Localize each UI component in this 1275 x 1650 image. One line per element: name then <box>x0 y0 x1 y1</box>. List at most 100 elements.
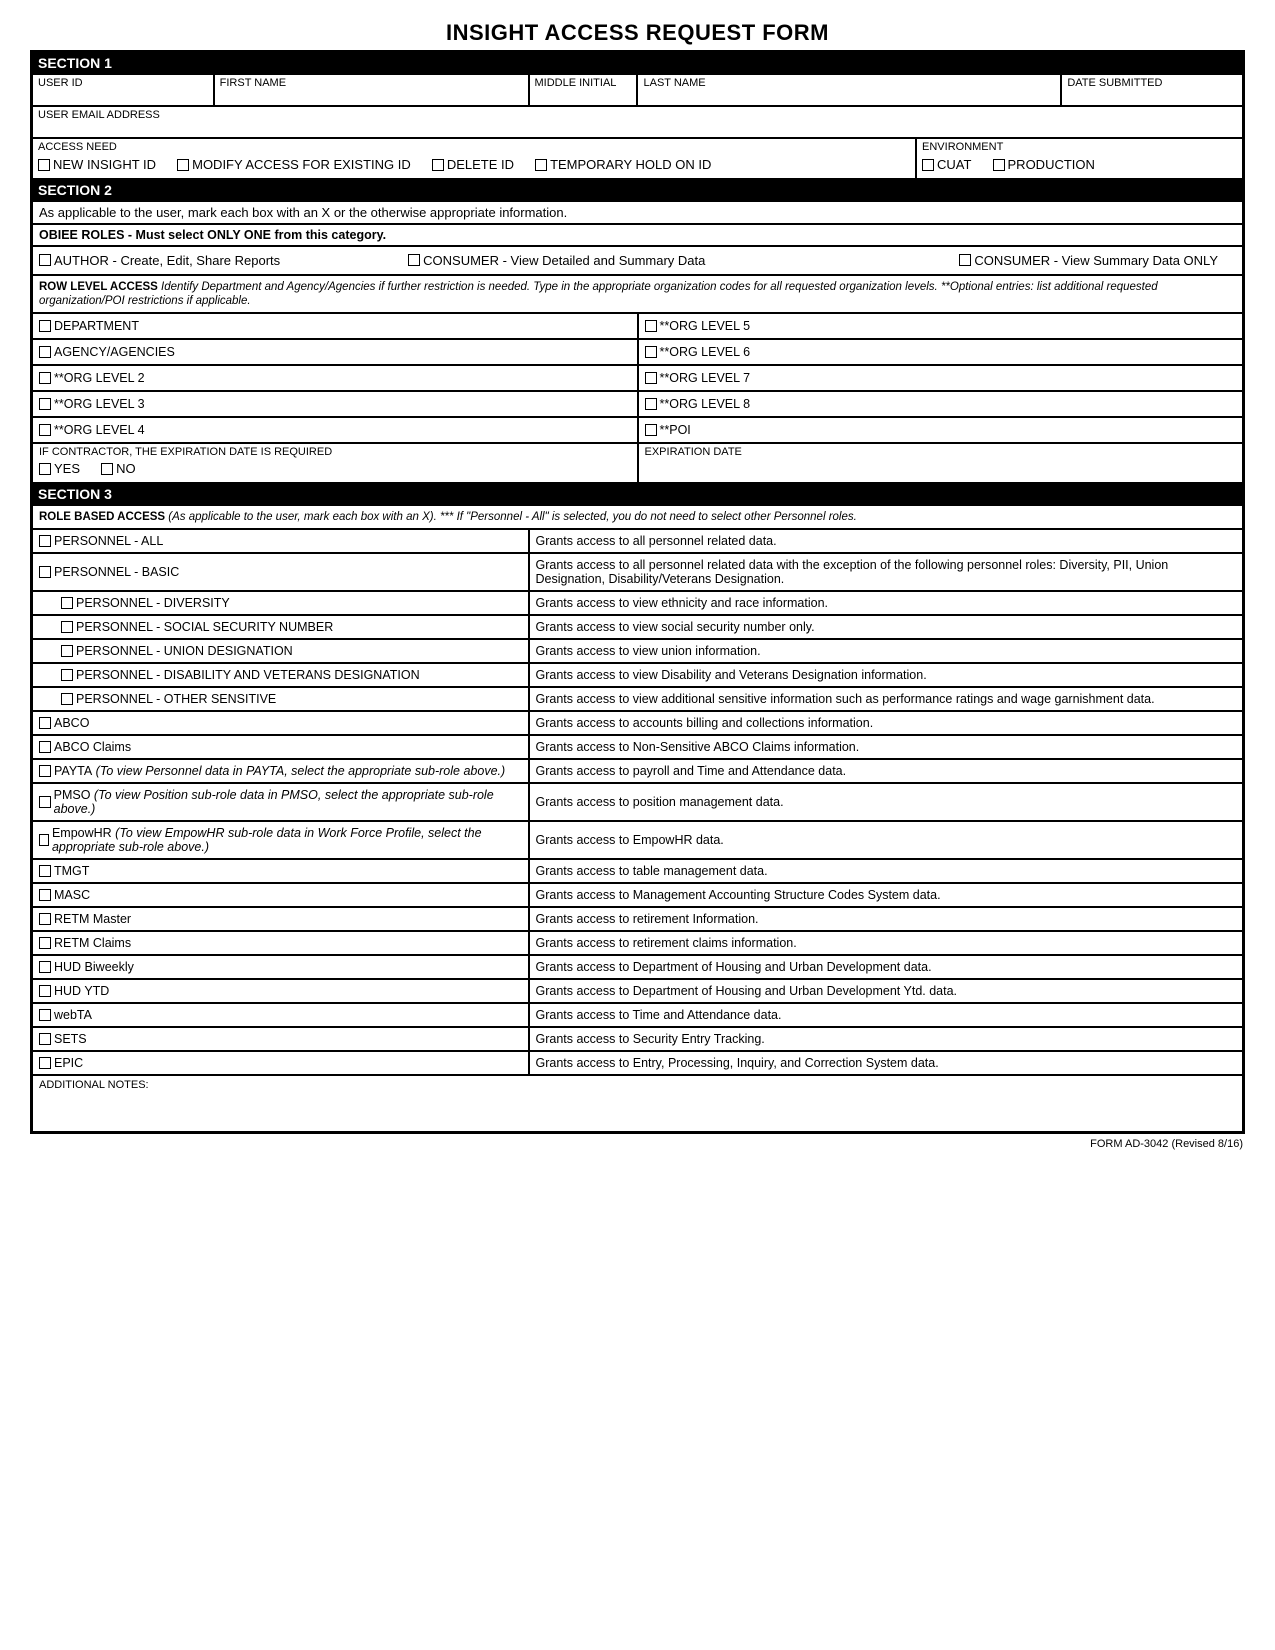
ol6-cell[interactable]: **ORG LEVEL 6 <box>638 339 1244 365</box>
checkbox-icon[interactable] <box>645 320 657 332</box>
checkbox-icon[interactable] <box>39 889 51 901</box>
dept-cell[interactable]: DEPARTMENT <box>32 313 638 339</box>
checkbox-icon[interactable] <box>39 463 51 475</box>
opt-new-insight[interactable]: NEW INSIGHT ID <box>38 157 156 172</box>
checkbox-icon[interactable] <box>535 159 547 171</box>
checkbox-icon[interactable] <box>39 913 51 925</box>
date-submitted-cell[interactable]: DATE SUBMITTED <box>1061 74 1243 106</box>
role-label-cell[interactable]: PERSONNEL - ALL <box>32 529 529 553</box>
email-cell[interactable]: USER EMAIL ADDRESS <box>32 106 1243 138</box>
checkbox-icon[interactable] <box>39 346 51 358</box>
form-container: SECTION 1 USER ID FIRST NAME MIDDLE INIT… <box>30 50 1245 1134</box>
role-label-cell[interactable]: RETM Master <box>32 907 529 931</box>
role-label: MASC <box>54 888 90 902</box>
role-label-cell[interactable]: EPIC <box>32 1051 529 1075</box>
checkbox-icon[interactable] <box>39 398 51 410</box>
additional-notes[interactable]: ADDITIONAL NOTES: <box>32 1075 1243 1132</box>
ol5-cell[interactable]: **ORG LEVEL 5 <box>638 313 1244 339</box>
checkbox-icon[interactable] <box>39 741 51 753</box>
role-label-cell[interactable]: ABCO Claims <box>32 735 529 759</box>
ol2-cell[interactable]: **ORG LEVEL 2 <box>32 365 638 391</box>
opt-no[interactable]: NO <box>101 461 136 476</box>
role-label-cell[interactable]: RETM Claims <box>32 931 529 955</box>
poi-cell[interactable]: **POI <box>638 417 1244 443</box>
role-label-cell[interactable]: webTA <box>32 1003 529 1027</box>
checkbox-icon[interactable] <box>645 372 657 384</box>
checkbox-icon[interactable] <box>39 566 51 578</box>
opt-modify[interactable]: MODIFY ACCESS FOR EXISTING ID <box>177 157 411 172</box>
role-label-cell[interactable]: PMSO (To view Position sub-role data in … <box>32 783 529 821</box>
last-name-cell[interactable]: LAST NAME <box>637 74 1061 106</box>
checkbox-icon[interactable] <box>177 159 189 171</box>
rba-header: ROLE BASED ACCESS <box>39 511 165 523</box>
opt-consumer-summary[interactable]: CONSUMER - View Summary Data ONLY <box>959 253 1218 268</box>
checkbox-icon[interactable] <box>39 834 49 846</box>
checkbox-icon[interactable] <box>645 346 657 358</box>
role-label-cell[interactable]: ABCO <box>32 711 529 735</box>
checkbox-icon[interactable] <box>959 254 971 266</box>
checkbox-icon[interactable] <box>39 372 51 384</box>
role-label-cell[interactable]: PERSONNEL - UNION DESIGNATION <box>32 639 529 663</box>
role-label-cell[interactable]: PERSONNEL - BASIC <box>32 553 529 591</box>
ol7-cell[interactable]: **ORG LEVEL 7 <box>638 365 1244 391</box>
agency-cell[interactable]: AGENCY/AGENCIES <box>32 339 638 365</box>
role-label-cell[interactable]: PERSONNEL - DISABILITY AND VETERANS DESI… <box>32 663 529 687</box>
checkbox-icon[interactable] <box>39 1033 51 1045</box>
role-label-cell[interactable]: HUD Biweekly <box>32 955 529 979</box>
mi-cell[interactable]: MIDDLE INITIAL <box>529 74 638 106</box>
ol4-cell[interactable]: **ORG LEVEL 4 <box>32 417 638 443</box>
expiration-date-cell[interactable]: EXPIRATION DATE <box>638 443 1244 483</box>
checkbox-icon[interactable] <box>39 717 51 729</box>
ol3-cell[interactable]: **ORG LEVEL 3 <box>32 391 638 417</box>
role-label-cell[interactable]: PERSONNEL - OTHER SENSITIVE <box>32 687 529 711</box>
checkbox-icon[interactable] <box>61 621 73 633</box>
checkbox-icon[interactable] <box>922 159 934 171</box>
checkbox-icon[interactable] <box>38 159 50 171</box>
role-label-cell[interactable]: MASC <box>32 883 529 907</box>
checkbox-icon[interactable] <box>39 961 51 973</box>
checkbox-icon[interactable] <box>39 320 51 332</box>
checkbox-icon[interactable] <box>39 535 51 547</box>
role-row: PERSONNEL - UNION DESIGNATIONGrants acce… <box>32 639 1243 663</box>
opt-yes[interactable]: YES <box>39 461 80 476</box>
checkbox-icon[interactable] <box>39 937 51 949</box>
role-label-cell[interactable]: EmpowHR (To view EmpowHR sub-role data i… <box>32 821 529 859</box>
checkbox-icon[interactable] <box>993 159 1005 171</box>
role-label-cell[interactable]: SETS <box>32 1027 529 1051</box>
checkbox-icon[interactable] <box>61 597 73 609</box>
opt-consumer-detailed[interactable]: CONSUMER - View Detailed and Summary Dat… <box>408 253 705 268</box>
role-label: PAYTA <box>54 764 92 778</box>
role-label-cell[interactable]: HUD YTD <box>32 979 529 1003</box>
role-label-cell[interactable]: PERSONNEL - SOCIAL SECURITY NUMBER <box>32 615 529 639</box>
checkbox-icon[interactable] <box>61 669 73 681</box>
user-id-cell[interactable]: USER ID <box>32 74 214 106</box>
checkbox-icon[interactable] <box>432 159 444 171</box>
role-label-cell[interactable]: PAYTA (To view Personnel data in PAYTA, … <box>32 759 529 783</box>
role-label-cell[interactable]: PERSONNEL - DIVERSITY <box>32 591 529 615</box>
checkbox-icon[interactable] <box>645 398 657 410</box>
section2-instr: As applicable to the user, mark each box… <box>32 201 1243 224</box>
checkbox-icon[interactable] <box>61 693 73 705</box>
checkbox-icon[interactable] <box>39 985 51 997</box>
obiee-row: AUTHOR - Create, Edit, Share Reports CON… <box>32 246 1243 275</box>
checkbox-icon[interactable] <box>61 645 73 657</box>
first-name-cell[interactable]: FIRST NAME <box>214 74 529 106</box>
checkbox-icon[interactable] <box>39 1009 51 1021</box>
checkbox-icon[interactable] <box>39 424 51 436</box>
opt-cuat[interactable]: CUAT <box>922 157 971 172</box>
checkbox-icon[interactable] <box>101 463 113 475</box>
checkbox-icon[interactable] <box>39 765 51 777</box>
opt-production[interactable]: PRODUCTION <box>993 157 1095 172</box>
ol8-cell[interactable]: **ORG LEVEL 8 <box>638 391 1244 417</box>
checkbox-icon[interactable] <box>645 424 657 436</box>
opt-author[interactable]: AUTHOR - Create, Edit, Share Reports <box>39 253 280 268</box>
role-label-cell[interactable]: TMGT <box>32 859 529 883</box>
checkbox-icon[interactable] <box>39 796 51 808</box>
opt-hold[interactable]: TEMPORARY HOLD ON ID <box>535 157 711 172</box>
checkbox-icon[interactable] <box>39 865 51 877</box>
checkbox-icon[interactable] <box>39 254 51 266</box>
role-label: PERSONNEL - SOCIAL SECURITY NUMBER <box>76 620 333 634</box>
checkbox-icon[interactable] <box>408 254 420 266</box>
checkbox-icon[interactable] <box>39 1057 51 1069</box>
opt-delete[interactable]: DELETE ID <box>432 157 514 172</box>
